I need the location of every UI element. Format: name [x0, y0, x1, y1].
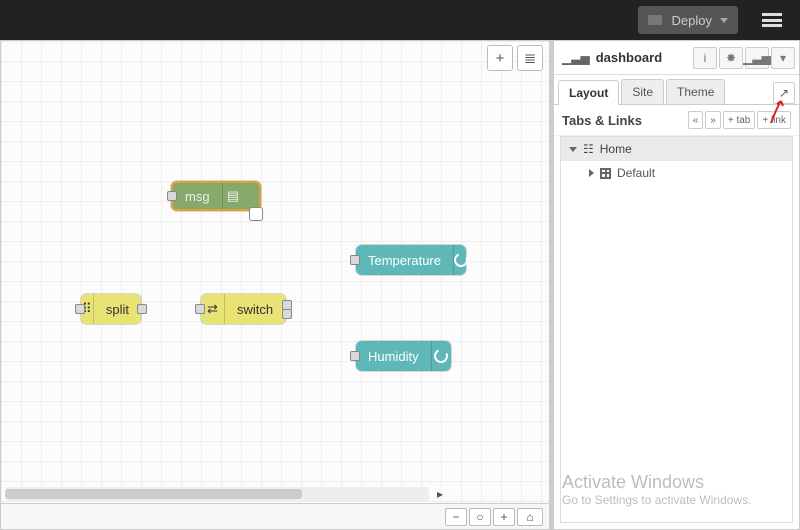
tab-layout[interactable]: Layout [558, 80, 619, 105]
horizontal-scrollbar[interactable]: ▸ [5, 487, 429, 501]
chevron-right-icon [589, 169, 594, 177]
sidebar: ▁▃▅ dashboard i ✸ ▁▃▅ ▾ Layout Site Them… [550, 40, 800, 530]
node-status-icon [249, 207, 263, 221]
zoom-reset-button[interactable]: ○ [469, 508, 491, 526]
tree-label: Home [600, 142, 632, 156]
node-input-port[interactable] [167, 191, 177, 201]
add-link-button[interactable]: + link [757, 111, 791, 129]
node-debug[interactable]: msg ▤ [171, 181, 261, 211]
canvas-footer: − ○ + ⌂ [1, 503, 549, 529]
node-input-port[interactable] [195, 304, 205, 314]
wires-layer [1, 41, 301, 191]
menu-button[interactable] [762, 13, 782, 27]
gauge-icon [453, 245, 468, 275]
zoom-out-button[interactable]: − [445, 508, 467, 526]
node-label: switch [225, 302, 285, 317]
chevron-down-icon [720, 18, 728, 23]
node-input-port[interactable] [75, 304, 85, 314]
tab-ui-icon: ☷ [583, 142, 594, 156]
node-label: split [94, 302, 141, 317]
node-output-port[interactable] [137, 304, 147, 314]
gauge-icon [431, 341, 451, 371]
node-output-port[interactable] [282, 309, 292, 319]
open-external-button[interactable]: ↗ [773, 82, 795, 104]
node-label: Temperature [356, 253, 453, 268]
navigator-button[interactable]: ⌂ [517, 508, 543, 526]
chevron-down-icon [569, 147, 577, 152]
dashboard-button[interactable]: ▁▃▅ [745, 47, 769, 69]
node-switch[interactable]: ⇄ switch [201, 294, 286, 324]
debug-bars-icon: ▤ [222, 183, 244, 209]
deploy-icon [648, 15, 662, 25]
group-icon [600, 168, 611, 179]
list-view-button[interactable]: ≣ [517, 45, 543, 71]
flow-canvas-container: + ≣ msg ▤ ⠿ split [0, 40, 550, 530]
node-input-port[interactable] [350, 351, 360, 361]
node-humidity[interactable]: Humidity [356, 341, 451, 371]
tree-item-default[interactable]: Default [561, 161, 792, 185]
tab-site[interactable]: Site [621, 79, 664, 104]
deploy-label: Deploy [672, 13, 712, 28]
tree-label: Default [617, 166, 655, 180]
tabs-tree: ☷ Home Default [560, 136, 793, 523]
node-input-port[interactable] [350, 255, 360, 265]
add-tab-button[interactable]: + tab [723, 111, 756, 129]
flow-canvas[interactable]: msg ▤ ⠿ split ⇄ switch Temperature [1, 41, 549, 529]
sidebar-title: dashboard [596, 50, 662, 65]
deploy-button[interactable]: Deploy [638, 6, 738, 34]
sidebar-tabstrip: Layout Site Theme ↗ [554, 75, 799, 105]
node-label: Humidity [356, 349, 431, 364]
expand-all-button[interactable]: » [705, 111, 721, 129]
info-button[interactable]: i [693, 47, 717, 69]
top-bar: Deploy [0, 0, 800, 40]
node-temperature[interactable]: Temperature [356, 245, 466, 275]
debug-button[interactable]: ✸ [719, 47, 743, 69]
tabs-links-heading: Tabs & Links [562, 113, 642, 128]
sidebar-more-button[interactable]: ▾ [771, 47, 795, 69]
zoom-in-button[interactable]: + [493, 508, 515, 526]
tab-theme[interactable]: Theme [666, 79, 725, 104]
node-split[interactable]: ⠿ split [81, 294, 141, 324]
chart-icon: ▁▃▅ [562, 51, 590, 65]
collapse-all-button[interactable]: « [688, 111, 704, 129]
node-label: msg [173, 189, 222, 204]
add-button[interactable]: + [487, 45, 513, 71]
tree-item-home[interactable]: ☷ Home [561, 137, 792, 161]
